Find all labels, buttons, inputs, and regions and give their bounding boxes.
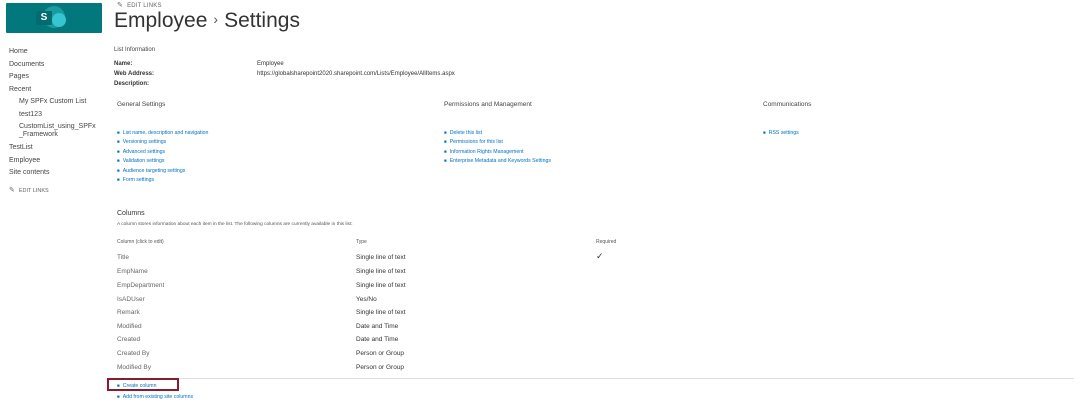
nav-item-test123[interactable]: test123 [9, 109, 109, 122]
add-existing-columns-link[interactable]: ■ Add from existing site columns [117, 394, 193, 400]
column-header-required: Required [596, 239, 617, 245]
column-name-link[interactable]: Title [117, 254, 129, 261]
columns-description: A column stores information about each i… [117, 222, 353, 227]
bullet-icon: ■ [444, 130, 447, 135]
column-name-link[interactable]: Modified [117, 323, 142, 330]
general-settings-heading: General Settings [117, 101, 166, 108]
permissions-heading: Permissions and Management [444, 101, 532, 108]
nav-item-customlist-spfx[interactable]: CustomList_using_SPFx_Framework [9, 123, 99, 139]
column-type: Single line of text [356, 282, 406, 289]
pencil-icon: ✎ [117, 2, 124, 9]
breadcrumb-separator: › [213, 11, 219, 27]
edit-links-top[interactable]: ✎ EDIT LINKS [117, 1, 162, 9]
column-name-link[interactable]: Created By [117, 350, 150, 357]
bullet-icon: ■ [117, 176, 120, 182]
communications-heading: Communications [763, 101, 812, 108]
column-type: Person or Group [356, 350, 405, 357]
columns-heading: Columns [117, 210, 145, 217]
link-permissions[interactable]: ■ Permissions for this list [444, 137, 551, 146]
pencil-icon: ✎ [9, 186, 15, 194]
column-header-type: Type [356, 239, 367, 245]
table-row: IsADUser Yes/No [117, 296, 617, 310]
column-name-link[interactable]: EmpName [117, 268, 148, 275]
bullet-icon: ■ [117, 148, 120, 154]
bullet-icon: ■ [444, 139, 447, 145]
checkmark-icon: ✓ [596, 251, 604, 261]
logo-letter: S [36, 11, 52, 25]
bullet-icon: ■ [763, 130, 766, 135]
nav-item-site-contents[interactable]: Site contents [9, 167, 109, 180]
table-row: Created By Person or Group [117, 350, 617, 364]
nav-item-employee[interactable]: Employee [9, 155, 109, 168]
name-label: Name: [114, 61, 133, 67]
create-column-link[interactable]: ■ Create column [117, 383, 156, 389]
column-name-link[interactable]: Created [117, 336, 140, 343]
general-settings-links: ■ List name, description and navigation ■… [117, 128, 208, 184]
nav-item-testlist[interactable]: TestList [9, 142, 109, 155]
column-header-name: Column (click to edit) [117, 239, 164, 245]
sharepoint-logo[interactable]: S [6, 3, 102, 33]
column-name-link[interactable]: EmpDepartment [117, 282, 164, 289]
page-title: Employee › Settings [114, 9, 300, 33]
nav-item-my-spfx-custom-list[interactable]: My SPFx Custom List [9, 96, 109, 109]
link-metadata[interactable]: ■ Enterprise Metadata and Keywords Settin… [444, 156, 551, 165]
link-irm[interactable]: ■ Information Rights Management [444, 147, 551, 156]
table-row: EmpName Single line of text [117, 268, 617, 282]
column-name-link[interactable]: Remark [117, 309, 140, 316]
bullet-icon: ■ [444, 148, 447, 154]
column-type: Single line of text [356, 268, 406, 275]
link-form-settings[interactable]: ■ Form settings [117, 175, 208, 184]
column-type: Date and Time [356, 336, 399, 343]
link-versioning[interactable]: ■ Versioning settings [117, 137, 208, 146]
column-type: Yes/No [356, 296, 377, 303]
section-divider [115, 378, 1074, 379]
column-type: Date and Time [356, 323, 399, 330]
bullet-icon: ■ [117, 130, 120, 135]
bullet-icon: ■ [117, 158, 120, 164]
bullet-icon: ■ [444, 158, 447, 164]
table-row: Modified By Person or Group [117, 364, 617, 378]
column-type: Single line of text [356, 254, 406, 261]
link-rss[interactable]: ■ RSS settings [763, 128, 799, 137]
column-type: Person or Group [356, 364, 405, 371]
nav-item-documents[interactable]: Documents [9, 59, 109, 72]
communications-links: ■ RSS settings [763, 128, 799, 137]
link-list-name[interactable]: ■ List name, description and navigation [117, 128, 208, 137]
column-name-link[interactable]: IsADUser [117, 296, 145, 303]
table-row: EmpDepartment Single line of text [117, 282, 617, 296]
column-name-link[interactable]: Modified By [117, 364, 151, 371]
breadcrumb-list[interactable]: Employee [114, 9, 207, 32]
nav-item-recent[interactable]: Recent [9, 84, 109, 97]
bullet-icon: ■ [117, 394, 120, 399]
table-row: Created Date and Time [117, 336, 617, 350]
column-type: Single line of text [356, 309, 406, 316]
table-row: Title Single line of text ✓ [117, 251, 617, 268]
breadcrumb-current: Settings [224, 9, 300, 32]
permissions-links: ■ Delete this list ■ Permissions for this … [444, 128, 551, 166]
web-address-label: Web Address: [114, 71, 155, 77]
bullet-icon: ■ [117, 167, 120, 173]
bullet-icon: ■ [117, 139, 120, 145]
link-validation[interactable]: ■ Validation settings [117, 156, 208, 165]
nav-edit-links[interactable]: ✎ EDIT LINKS [9, 185, 109, 198]
bullet-icon: ■ [117, 383, 120, 388]
table-row: Remark Single line of text [117, 309, 617, 323]
logo-circle-icon [52, 13, 66, 27]
table-row: Modified Date and Time [117, 323, 617, 337]
link-advanced[interactable]: ■ Advanced settings [117, 147, 208, 156]
name-value: Employee [257, 61, 284, 67]
link-delete-list[interactable]: ■ Delete this list [444, 128, 551, 137]
description-label: Description: [114, 81, 150, 87]
list-info-heading: List Information [114, 47, 156, 53]
left-navigation: Home Documents Pages Recent My SPFx Cust… [9, 46, 109, 197]
web-address-value: https://globalsharepoint2020.sharepoint.… [257, 71, 455, 77]
link-audience[interactable]: ■ Audience targeting settings [117, 166, 208, 175]
nav-item-home[interactable]: Home [9, 46, 109, 59]
nav-item-pages[interactable]: Pages [9, 71, 109, 84]
